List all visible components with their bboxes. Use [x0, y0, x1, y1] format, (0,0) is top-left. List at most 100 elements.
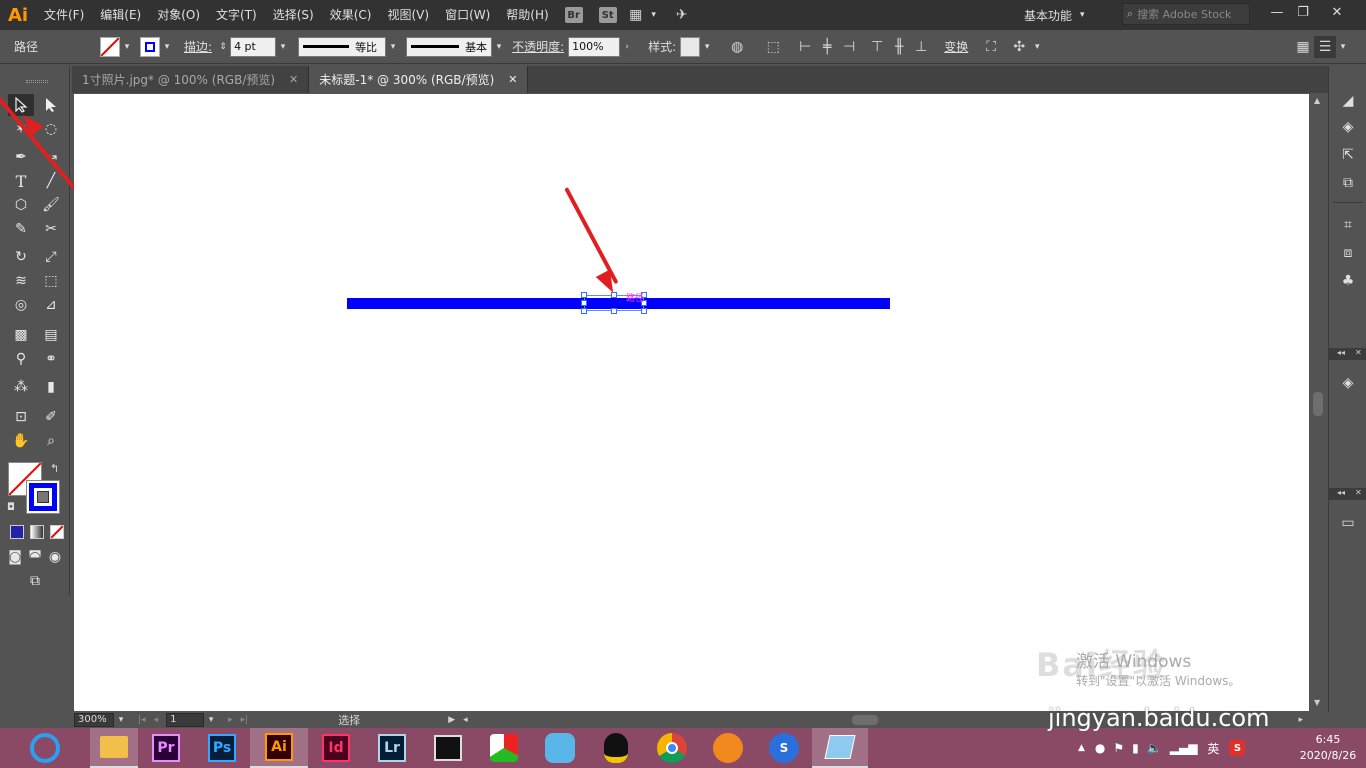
- bridge-button[interactable]: Br: [564, 7, 583, 23]
- artboard-number-field[interactable]: 1: [166, 712, 205, 727]
- taskbar-sogou[interactable]: S: [756, 728, 812, 768]
- transform-panel-icon[interactable]: ⌗: [1337, 214, 1359, 236]
- taskbar-chrome[interactable]: [644, 728, 700, 768]
- next-artboard-icon[interactable]: ▸: [228, 715, 233, 725]
- lasso-tool-icon[interactable]: ◌: [38, 118, 64, 140]
- shape-builder-tool-icon[interactable]: ◎: [8, 294, 34, 316]
- appearance-panel-icon[interactable]: ◈: [1337, 116, 1359, 138]
- toolbox-grip[interactable]: [26, 80, 48, 83]
- opacity-field[interactable]: 100%: [568, 36, 621, 57]
- vertical-scroll-thumb[interactable]: [1313, 392, 1323, 416]
- chevron-right-icon[interactable]: ›: [620, 37, 634, 57]
- align-center-h-icon[interactable]: ╪: [816, 36, 838, 58]
- stroke-weight-field[interactable]: 4 pt: [230, 36, 277, 57]
- align-left-icon[interactable]: ⊢: [794, 36, 816, 58]
- horizontal-scroll-thumb[interactable]: [851, 714, 878, 725]
- volume-tray-icon[interactable]: 🔈: [1147, 741, 1162, 755]
- align-to-icon[interactable]: ⬚: [762, 36, 784, 58]
- pathfinder-panel-icon[interactable]: ⧉: [1337, 172, 1359, 194]
- workspace-switcher[interactable]: 基本功能 ▾: [1024, 4, 1104, 26]
- panel-group-header[interactable]: ◂◂ ✕: [1329, 348, 1366, 360]
- transform-label[interactable]: 变换: [944, 38, 968, 55]
- draw-inside-icon[interactable]: ◉: [46, 546, 64, 568]
- taskbar-premiere[interactable]: Pr: [138, 728, 194, 768]
- fill-swatch[interactable]: [100, 36, 120, 57]
- gradient-mode-button[interactable]: [30, 525, 44, 539]
- taskbar-indesign[interactable]: Id: [308, 728, 364, 768]
- layers-panel-icon[interactable]: ◈: [1337, 372, 1359, 394]
- panel-grid-icon[interactable]: ▦: [1292, 36, 1314, 58]
- chevron-down-icon[interactable]: ▾: [204, 713, 218, 727]
- flag-tray-icon[interactable]: ⚑: [1113, 741, 1124, 755]
- chevron-down-icon[interactable]: ▾: [700, 37, 714, 57]
- column-graph-tool-icon[interactable]: ▮: [38, 376, 64, 398]
- chevron-down-icon[interactable]: ▾: [492, 37, 506, 57]
- hand-tool-icon[interactable]: ✋: [8, 430, 34, 452]
- status-menu-icon[interactable]: ▶: [448, 715, 455, 725]
- taskbar-lightroom[interactable]: Lr: [364, 728, 420, 768]
- menu-window[interactable]: 窗口(W): [437, 0, 498, 30]
- vertical-scrollbar[interactable]: ▲ ▼: [1309, 94, 1328, 711]
- scroll-down-icon[interactable]: ▼: [1314, 698, 1320, 707]
- taskbar-qq[interactable]: [588, 728, 644, 768]
- taskbar-browser-orange[interactable]: [700, 728, 756, 768]
- swap-colors-icon[interactable]: ↰: [50, 462, 59, 475]
- ime-indicator[interactable]: 英: [1207, 740, 1219, 757]
- screen-mode-icon[interactable]: ⧉: [22, 570, 48, 592]
- show-hidden-icons[interactable]: ▲: [1078, 743, 1085, 753]
- last-artboard-icon[interactable]: ▸|: [241, 715, 249, 725]
- brush-definition[interactable]: 基本: [406, 36, 493, 57]
- chevron-down-icon[interactable]: ▾: [160, 37, 174, 57]
- prev-artboard-icon[interactable]: ◂: [154, 715, 159, 725]
- scroll-up-icon[interactable]: ▲: [1314, 96, 1320, 105]
- polygon-tool-icon[interactable]: ⬡: [8, 194, 34, 216]
- chevron-down-icon[interactable]: ▾: [1336, 37, 1350, 57]
- taskbar-video-player[interactable]: [420, 728, 476, 768]
- chevron-down-icon[interactable]: ▾: [1030, 37, 1044, 57]
- close-window-button[interactable]: ✕: [1322, 2, 1352, 22]
- scroll-right-icon[interactable]: ▸: [1298, 715, 1303, 725]
- isolate-icon[interactable]: ⛶: [980, 36, 1002, 58]
- close-tab-icon[interactable]: ✕: [508, 73, 517, 86]
- bbox-handle[interactable]: [641, 308, 647, 314]
- puppet-warp-icon[interactable]: ✣: [1008, 36, 1030, 58]
- stock-button[interactable]: St: [598, 7, 617, 23]
- close-panel-icon[interactable]: ✕: [1355, 488, 1362, 497]
- color-mode-button[interactable]: [10, 525, 24, 539]
- default-colors-icon[interactable]: ◘: [7, 502, 15, 513]
- bbox-handle[interactable]: [581, 300, 587, 306]
- restore-button[interactable]: ❐: [1288, 2, 1318, 22]
- pen-tool-icon[interactable]: ✒: [8, 146, 34, 168]
- draw-normal-icon[interactable]: ◙: [6, 546, 24, 568]
- align-middle-v-icon[interactable]: ╫: [888, 36, 910, 58]
- bbox-handle[interactable]: [611, 308, 617, 314]
- scale-tool-icon[interactable]: ⤢: [38, 246, 64, 268]
- close-panel-icon[interactable]: ✕: [1355, 348, 1362, 357]
- chevron-down-icon[interactable]: ▾: [114, 713, 128, 727]
- stroke-swatch[interactable]: [140, 36, 160, 57]
- taskbar-notepad[interactable]: [812, 728, 868, 768]
- blend-tool-icon[interactable]: ⚭: [38, 348, 64, 370]
- gpu-rocket-icon[interactable]: ✈: [671, 4, 693, 26]
- taskbar-cartoon-app[interactable]: [532, 728, 588, 768]
- taskbar-clock[interactable]: 6:45 2020/8/26: [1296, 732, 1360, 764]
- rotate-tool-icon[interactable]: ↻: [8, 246, 34, 268]
- menu-view[interactable]: 视图(V): [379, 0, 437, 30]
- free-transform-tool-icon[interactable]: ⬚: [38, 270, 64, 292]
- menu-select[interactable]: 选择(S): [265, 0, 322, 30]
- qq-tray-icon[interactable]: ●: [1095, 741, 1105, 755]
- artboard-canvas[interactable]: 路径 激活 Windows 转到"设置"以激活 Windows。 Bai经验: [74, 94, 1309, 711]
- recolor-artwork-icon[interactable]: ◍: [726, 36, 748, 58]
- direct-selection-tool-icon[interactable]: [38, 94, 64, 116]
- artboard-tool-icon[interactable]: ⊡: [8, 406, 34, 428]
- sogou-tray-icon[interactable]: S: [1229, 740, 1246, 756]
- bbox-handle[interactable]: [581, 308, 587, 314]
- warp-tool-icon[interactable]: ≋: [8, 270, 34, 292]
- stroke-color-box[interactable]: [26, 480, 60, 514]
- gradient-tool-icon[interactable]: ▤: [38, 324, 64, 346]
- symbol-sprayer-tool-icon[interactable]: ⁂: [8, 376, 34, 398]
- align-panel-icon[interactable]: ⧈: [1337, 242, 1359, 264]
- gradient-panel-icon[interactable]: ▭: [1337, 512, 1359, 534]
- tab-untitled[interactable]: 未标题-1* @ 300% (RGB/预览) ✕: [309, 66, 529, 93]
- eyedropper-tool-icon[interactable]: ⚲: [8, 348, 34, 370]
